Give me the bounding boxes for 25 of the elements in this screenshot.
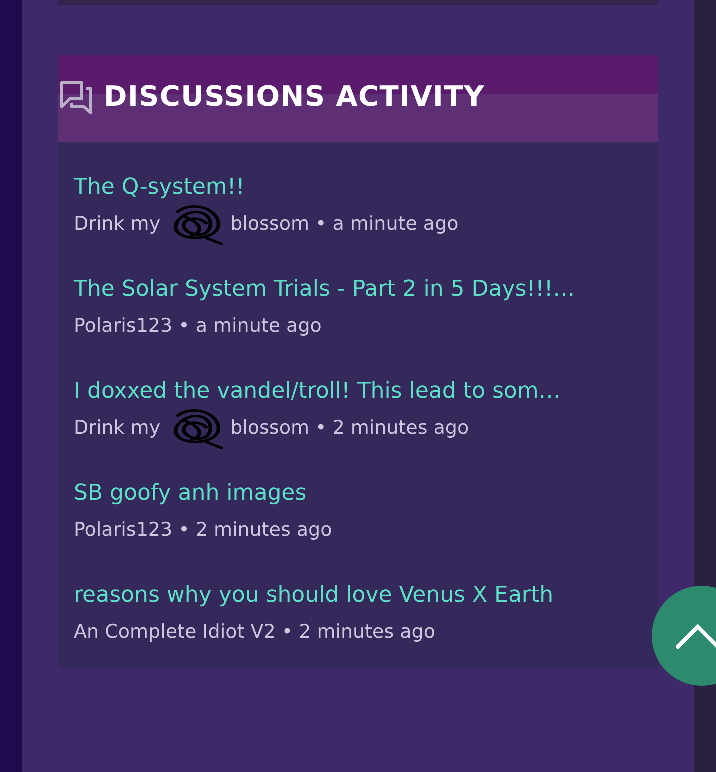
timestamp: 2 minutes ago [332, 416, 470, 441]
discussion-link[interactable]: I doxxed the vandel/troll! This lead to som… [74, 376, 561, 408]
chevron-up-icon [676, 623, 716, 649]
timestamp: 2 minutes ago [299, 620, 436, 645]
discussion-link[interactable]: The Solar System Trials - Part 2 in 5 Days!!!… [74, 274, 576, 306]
author-name: Polaris123 [74, 314, 173, 339]
author-name: Polaris123 [74, 518, 173, 543]
section-title: DISCUSSIONS ACTIVITY [104, 78, 485, 114]
chat-icon [58, 78, 94, 114]
discussion-link[interactable]: reasons why you should love Venus X Earth [74, 580, 554, 612]
timestamp: a minute ago [332, 212, 459, 237]
author-name: blossom [230, 416, 310, 441]
timestamp: 2 minutes ago [196, 518, 332, 543]
discussion-link[interactable]: The Q-system!! [74, 172, 245, 204]
discussion-link[interactable]: SB goofy anh images [74, 478, 307, 510]
author-name: blossom [230, 212, 310, 237]
author-name: An Complete Idiot V2 [74, 620, 276, 645]
author-name: Drink my [74, 212, 161, 237]
separator: • [315, 416, 327, 441]
separator: • [178, 314, 190, 339]
timestamp: a minute ago [196, 314, 322, 339]
author-name: Drink my [74, 416, 161, 441]
separator: • [178, 518, 190, 543]
separator: • [282, 620, 294, 645]
separator: • [315, 212, 327, 237]
